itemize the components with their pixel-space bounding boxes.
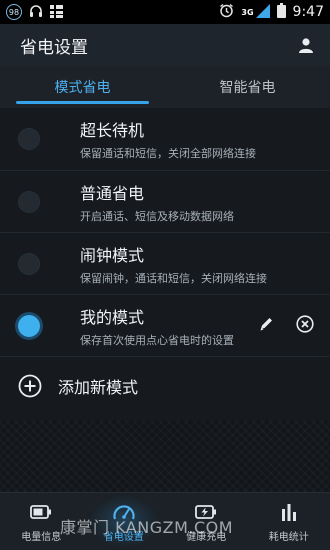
mode-radio[interactable] [18, 128, 40, 150]
nav-battery-info[interactable]: 电量信息 [0, 493, 83, 550]
delete-button[interactable] [296, 315, 314, 337]
edit-button[interactable] [258, 316, 274, 336]
account-button[interactable] [294, 33, 318, 57]
notification-badge: 98 [6, 4, 22, 20]
mode-description: 保留通话和短信，关闭全部网络连接 [80, 147, 256, 160]
status-bar-left: 98 [6, 3, 63, 22]
charging-battery-icon [195, 501, 217, 523]
status-bar-right: 3G 9:47 [219, 2, 324, 22]
mode-radio-selected[interactable] [18, 314, 40, 337]
network-type-label: 3G [241, 7, 254, 17]
signal-icon [255, 3, 270, 22]
mode-radio[interactable] [18, 252, 40, 275]
tab-label: 智能省电 [219, 80, 276, 96]
tab-mode-saving[interactable]: 模式省电 [0, 66, 165, 108]
mode-actions [258, 295, 314, 357]
clock: 9:47 [292, 4, 324, 20]
mode-radio[interactable] [18, 190, 40, 213]
tab-bar: 模式省电 智能省电 [0, 66, 330, 108]
nav-label: 健康充电 [186, 531, 227, 543]
nav-label: 电量信息 [21, 531, 62, 543]
status-bar: 98 3G 9:47 [0, 0, 330, 24]
mode-text: 普通省电 开启通话、短信及移动数据网络 [80, 180, 234, 224]
tab-smart-saving[interactable]: 智能省电 [165, 66, 330, 108]
alarm-icon [219, 3, 234, 22]
add-mode-button[interactable]: 添加新模式 [0, 356, 330, 414]
plus-circle-icon [18, 374, 42, 397]
headphones-icon [29, 3, 43, 22]
add-mode-label: 添加新模式 [58, 377, 139, 397]
mode-description: 保留闹钟，通话和短信，关闭网络连接 [80, 271, 267, 285]
page-title: 省电设置 [20, 37, 88, 58]
mode-list: 超长待机 保留通话和短信，关闭全部网络连接 普通省电 开启通话、短信及移动数据网… [0, 108, 330, 414]
close-circle-icon [296, 315, 314, 333]
mode-name: 闹钟模式 [80, 245, 145, 265]
nav-healthy-charging[interactable]: 健康充电 [165, 493, 248, 550]
mode-text: 闹钟模式 保留闹钟，通话和短信，关闭网络连接 [80, 242, 267, 286]
mode-name: 我的模式 [80, 307, 145, 327]
battery-status-icon [276, 2, 286, 22]
speedometer-icon [112, 501, 136, 523]
pencil-icon [260, 318, 272, 331]
nav-power-settings[interactable]: 省电设置 [83, 493, 166, 550]
mode-description: 开启通话、短信及移动数据网络 [80, 209, 234, 223]
mode-name: 普通省电 [80, 183, 145, 203]
mode-text: 我的模式 保存首次使用点心省电时的设置 [80, 304, 234, 348]
mode-item-normal-saving[interactable]: 普通省电 开启通话、短信及移动数据网络 [0, 170, 330, 232]
mode-item-my-mode[interactable]: 我的模式 保存首次使用点心省电时的设置 [0, 294, 330, 356]
bottom-nav: 电量信息 省电设置 健康充电 耗电统计 [0, 492, 330, 550]
mode-name: 超长待机 [80, 121, 145, 140]
mode-text: 超长待机 保留通话和短信，关闭全部网络连接 [80, 117, 256, 161]
mode-item-alarm[interactable]: 闹钟模式 保留闹钟，通话和短信，关闭网络连接 [0, 232, 330, 294]
battery-icon [30, 501, 52, 523]
background-texture [0, 420, 330, 492]
mode-description: 保存首次使用点心省电时的设置 [80, 333, 234, 347]
nav-label: 耗电统计 [268, 531, 309, 543]
title-bar: 省电设置 [0, 24, 330, 66]
tab-label: 模式省电 [54, 80, 111, 96]
nav-power-stats[interactable]: 耗电统计 [248, 493, 330, 550]
person-icon [299, 38, 313, 53]
nav-label: 省电设置 [103, 531, 144, 543]
bar-chart-icon [280, 501, 298, 523]
app-grid-icon [50, 3, 63, 22]
mode-item-ultra-standby[interactable]: 超长待机 保留通话和短信，关闭全部网络连接 [0, 108, 330, 170]
